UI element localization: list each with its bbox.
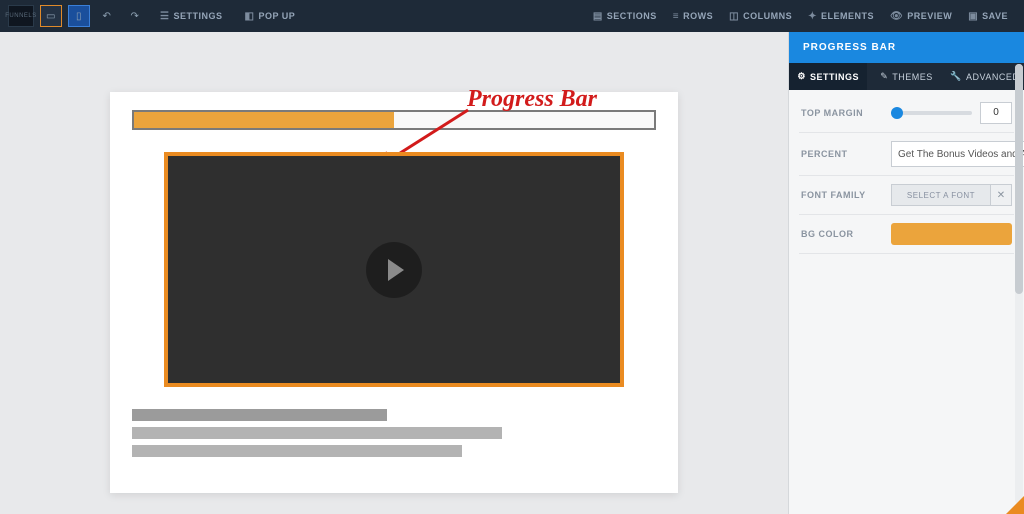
sections-icon: ▤	[593, 11, 603, 22]
rows-button[interactable]: ≡ ROWS	[665, 5, 721, 27]
settings-label: SETTINGS	[173, 11, 222, 21]
row-bg-color: BG COLOR	[799, 215, 1014, 254]
gear-icon: ⚙	[797, 71, 806, 82]
desktop-icon: ▭	[46, 11, 56, 22]
percent-input-value: Get The Bonus Videos and A	[898, 149, 1024, 160]
label-font-family: FONT FAMILY	[801, 190, 883, 200]
tab-themes-label: THEMES	[892, 72, 933, 82]
resize-handle[interactable]	[1006, 496, 1024, 514]
elements-label: ELEMENTS	[821, 11, 874, 21]
top-margin-slider[interactable]	[891, 111, 972, 115]
tab-settings[interactable]: ⚙ SETTINGS	[789, 63, 867, 90]
redo-button[interactable]: ↷	[124, 5, 146, 27]
redo-icon: ↷	[131, 11, 140, 22]
toolbar-left-group: FUNNELS ▭ ▯ ↶ ↷ ☰ SETTINGS ◧ POP UP	[8, 5, 303, 27]
sidebar-tabs: ⚙ SETTINGS ✎ THEMES 🔧 ADVANCED	[789, 63, 1024, 90]
percent-input[interactable]: Get The Bonus Videos and A	[891, 141, 1024, 167]
desktop-view-button[interactable]: ▭	[40, 5, 62, 27]
slider-thumb[interactable]	[891, 107, 903, 119]
progress-bar-fill	[134, 112, 394, 128]
text-placeholder-block[interactable]	[132, 409, 656, 457]
editor-canvas-wrap: Progress Bar	[0, 32, 788, 514]
play-icon	[388, 259, 404, 281]
label-bg-color: BG COLOR	[801, 229, 883, 239]
popup-icon: ◧	[244, 11, 254, 22]
popup-button[interactable]: ◧ POP UP	[236, 5, 303, 27]
sidebar-title: PROGRESS BAR	[789, 32, 1024, 63]
placeholder-line	[132, 409, 387, 421]
top-margin-value[interactable]: 0	[980, 102, 1012, 124]
elements-button[interactable]: ✦ ELEMENTS	[800, 5, 882, 27]
mobile-view-button[interactable]: ▯	[68, 5, 90, 27]
save-label: SAVE	[982, 11, 1008, 21]
tab-advanced-label: ADVANCED	[966, 72, 1019, 82]
play-button[interactable]	[366, 242, 422, 298]
main-area: Progress Bar	[0, 32, 1024, 514]
preview-button[interactable]: 👁 PREVIEW	[882, 5, 960, 27]
eye-icon: 👁	[890, 11, 903, 22]
rows-label: ROWS	[683, 11, 713, 21]
tab-advanced[interactable]: 🔧 ADVANCED	[946, 63, 1024, 90]
columns-button[interactable]: ◫ COLUMNS	[721, 5, 800, 27]
sidebar-scrollbar-thumb[interactable]	[1015, 64, 1023, 294]
save-icon: ▣	[968, 11, 978, 22]
preview-label: PREVIEW	[907, 11, 952, 21]
settings-sidebar: PROGRESS BAR ⚙ SETTINGS ✎ THEMES 🔧 ADVAN…	[788, 32, 1024, 514]
row-percent: PERCENT Get The Bonus Videos and A	[799, 133, 1014, 176]
settings-button[interactable]: ☰ SETTINGS	[152, 5, 230, 27]
mobile-icon: ▯	[76, 11, 82, 22]
row-font-family: FONT FAMILY SELECT A FONT ✕	[799, 176, 1014, 215]
columns-label: COLUMNS	[743, 11, 792, 21]
select-font-button[interactable]: SELECT A FONT	[891, 184, 990, 206]
placeholder-line	[132, 427, 502, 439]
rows-icon: ≡	[673, 11, 679, 22]
save-button[interactable]: ▣ SAVE	[960, 5, 1016, 27]
columns-icon: ◫	[729, 11, 739, 22]
undo-icon: ↶	[103, 11, 112, 22]
clear-font-button[interactable]: ✕	[990, 184, 1012, 206]
wrench-icon: 🔧	[950, 71, 962, 82]
row-top-margin: TOP MARGIN 0	[799, 94, 1014, 133]
popup-label: POP UP	[258, 11, 295, 21]
label-top-margin: TOP MARGIN	[801, 108, 883, 118]
progress-bar-element[interactable]	[132, 110, 656, 130]
bg-color-swatch[interactable]	[891, 223, 1012, 245]
close-icon: ✕	[997, 190, 1005, 201]
elements-icon: ✦	[808, 11, 817, 22]
video-element[interactable]	[164, 152, 624, 387]
undo-button[interactable]: ↶	[96, 5, 118, 27]
tab-themes[interactable]: ✎ THEMES	[867, 63, 945, 90]
top-toolbar: FUNNELS ▭ ▯ ↶ ↷ ☰ SETTINGS ◧ POP UP ▤ SE…	[0, 0, 1024, 32]
sliders-icon: ☰	[160, 11, 169, 22]
sections-label: SECTIONS	[607, 11, 657, 21]
label-percent: PERCENT	[801, 149, 883, 159]
page-card[interactable]	[110, 92, 678, 493]
placeholder-line	[132, 445, 462, 457]
tab-settings-label: SETTINGS	[810, 72, 859, 82]
brush-icon: ✎	[880, 71, 888, 82]
sidebar-body: TOP MARGIN 0 PERCENT Get The Bonus Video…	[789, 90, 1024, 258]
app-logo[interactable]: FUNNELS	[8, 5, 34, 27]
sections-button[interactable]: ▤ SECTIONS	[585, 5, 665, 27]
